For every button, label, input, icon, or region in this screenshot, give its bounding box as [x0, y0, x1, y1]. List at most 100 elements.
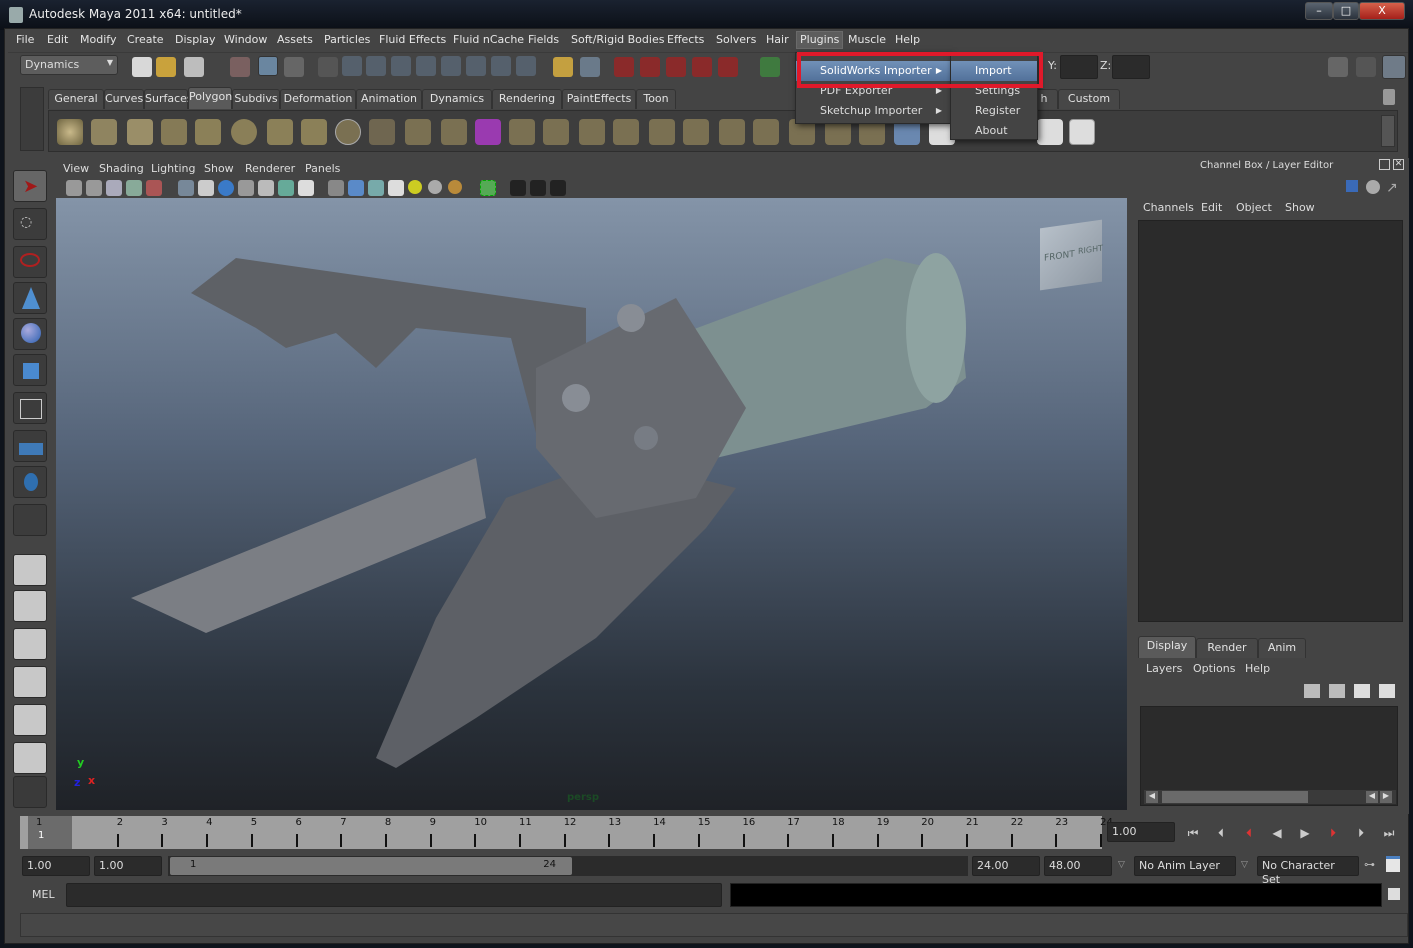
view-cube[interactable]: FRONT RIGHT	[1040, 219, 1103, 291]
new-scene-icon[interactable]	[132, 57, 152, 77]
shelf-tab-rendering[interactable]: Rendering	[492, 89, 562, 109]
menu-create[interactable]: Create	[127, 33, 164, 46]
universal-manipulator-tool[interactable]	[13, 392, 47, 424]
xray-select-icon[interactable]	[480, 180, 496, 196]
bridge-icon[interactable]	[613, 119, 639, 145]
separate-icon[interactable]	[369, 119, 395, 145]
menu-fluid-effects[interactable]: Fluid Effects	[379, 33, 446, 46]
menu-display[interactable]: Display	[175, 33, 216, 46]
panel-menu-renderer[interactable]: Renderer	[245, 162, 295, 175]
shelf-tab-subdivs[interactable]: Subdivs	[232, 89, 280, 109]
panel-menu-lighting[interactable]: Lighting	[151, 162, 195, 175]
menu-edit[interactable]: Edit	[47, 33, 68, 46]
menu-fluid-ncache[interactable]: Fluid nCache	[453, 33, 524, 46]
layout-single-perspective[interactable]	[13, 554, 47, 586]
panel-menu-show[interactable]: Show	[204, 162, 234, 175]
gate-mask-icon[interactable]	[238, 180, 254, 196]
playback-end-field[interactable]: 24.00	[972, 856, 1040, 876]
playback-start-field[interactable]: 1.00	[94, 856, 162, 876]
tool-settings-icon[interactable]	[1356, 57, 1376, 77]
menu-item-about[interactable]: About	[951, 121, 1037, 141]
menu-plugins[interactable]: Plugins	[796, 31, 844, 49]
combine-icon[interactable]	[405, 119, 431, 145]
maya-logo-button[interactable]	[13, 776, 47, 808]
shelf-tab-curves[interactable]: Curves	[104, 89, 144, 109]
layout-outliner-persp[interactable]	[13, 628, 47, 660]
channel-menu-edit[interactable]: Edit	[1201, 201, 1222, 214]
poly-soccer-ball-icon[interactable]	[335, 119, 361, 145]
last-tool-used[interactable]	[13, 504, 47, 536]
shelf-tab-painteffects[interactable]: PaintEffects	[562, 89, 636, 109]
safe-action-icon[interactable]	[278, 180, 294, 196]
cut-faces-icon[interactable]	[753, 119, 779, 145]
select-tool[interactable]: ➤	[13, 170, 47, 202]
select-component-icon[interactable]	[284, 57, 304, 77]
lasso-tool[interactable]: ◌	[13, 208, 47, 240]
create-layer-from-selected-icon[interactable]	[1379, 684, 1395, 698]
menu-hair[interactable]: Hair	[766, 33, 789, 46]
select-curves-icon[interactable]	[391, 56, 411, 76]
field-chart-icon[interactable]	[258, 180, 274, 196]
shelf-tab-polygons[interactable]: Polygons	[188, 87, 238, 109]
snap-curve-icon[interactable]	[640, 57, 660, 77]
attribute-editor-icon[interactable]	[1328, 57, 1348, 77]
scroll-thumb[interactable]	[1162, 791, 1308, 803]
trash-icon[interactable]	[1383, 89, 1395, 105]
snap-grid-icon[interactable]	[614, 57, 634, 77]
move-layer-down-icon[interactable]	[1329, 684, 1345, 698]
layout-persp-outliner-graph[interactable]	[13, 742, 47, 774]
range-slider[interactable]: 1 24	[170, 857, 572, 875]
float-panel-icon[interactable]	[1379, 159, 1390, 170]
select-joints-icon[interactable]	[366, 56, 386, 76]
step-back-frame-button[interactable]: ⏴	[1212, 826, 1230, 842]
select-rendering-icon[interactable]	[491, 56, 511, 76]
y-input[interactable]	[1060, 55, 1098, 79]
poly-pipe-icon[interactable]	[301, 119, 327, 145]
command-language-label[interactable]: MEL	[32, 888, 55, 901]
all-lights-icon[interactable]	[428, 180, 442, 194]
anim-layer-field[interactable]: No Anim Layer	[1134, 856, 1236, 876]
menu-soft-rigid-bodies[interactable]: Soft/Rigid Bodies	[571, 33, 664, 46]
channel-menu-channels[interactable]: Channels	[1143, 201, 1194, 214]
panel-menu-view[interactable]: View	[63, 162, 89, 175]
poly-plane-icon[interactable]	[195, 119, 221, 145]
z-input[interactable]	[1112, 55, 1150, 79]
poly-cube-icon[interactable]	[91, 119, 117, 145]
split-polygon-icon[interactable]	[543, 119, 569, 145]
soft-modification-tool[interactable]	[13, 430, 47, 462]
resolution-gate-icon[interactable]	[218, 180, 234, 196]
menu-solvers[interactable]: Solvers	[716, 33, 756, 46]
shelf-scrollbar[interactable]	[1381, 115, 1395, 147]
close-button[interactable]: X	[1359, 2, 1405, 20]
input-connections-icon[interactable]	[760, 57, 780, 77]
wireframe-icon[interactable]	[328, 180, 344, 196]
layer-tab-anim[interactable]: Anim	[1258, 638, 1306, 658]
fill-hole-icon[interactable]	[649, 119, 675, 145]
layout-hypershade-persp[interactable]	[13, 704, 47, 736]
minimize-button[interactable]: –	[1305, 2, 1333, 20]
show-manipulator-tool[interactable]	[13, 466, 47, 498]
step-back-key-button[interactable]: ⏴	[1240, 826, 1258, 842]
menu-particles[interactable]: Particles	[324, 33, 370, 46]
uv-texture-editor-icon[interactable]	[1069, 119, 1095, 145]
channel-hyper-icon[interactable]: ↗	[1386, 180, 1398, 196]
perspective-viewport[interactable]: FRONT RIGHT y x z persp	[56, 198, 1127, 810]
lock-selection-icon[interactable]	[553, 57, 573, 77]
2d-pan-zoom-icon[interactable]	[146, 180, 162, 196]
move-layer-up-icon[interactable]	[1304, 684, 1320, 698]
poly-cone-icon[interactable]	[161, 119, 187, 145]
menu-effects[interactable]: Effects	[667, 33, 704, 46]
save-scene-icon[interactable]	[184, 57, 204, 77]
isolate-select-icon[interactable]	[510, 180, 526, 196]
select-handles-icon[interactable]	[342, 56, 362, 76]
highlight-selection-icon[interactable]	[580, 57, 600, 77]
close-panel-icon[interactable]: ✕	[1393, 159, 1404, 170]
current-time-field[interactable]: 1.00	[1107, 822, 1175, 842]
menu-item-sketchup-importer[interactable]: Sketchup Importer ▶	[796, 101, 950, 121]
channel-menu-object[interactable]: Object	[1236, 201, 1272, 214]
animation-preferences-icon[interactable]	[1386, 856, 1400, 872]
poly-pyramid-icon[interactable]	[267, 119, 293, 145]
channel-box-toggle-icon[interactable]	[1382, 55, 1406, 79]
step-forward-key-button[interactable]: ⏵	[1324, 826, 1342, 842]
extrude-icon[interactable]	[509, 119, 535, 145]
